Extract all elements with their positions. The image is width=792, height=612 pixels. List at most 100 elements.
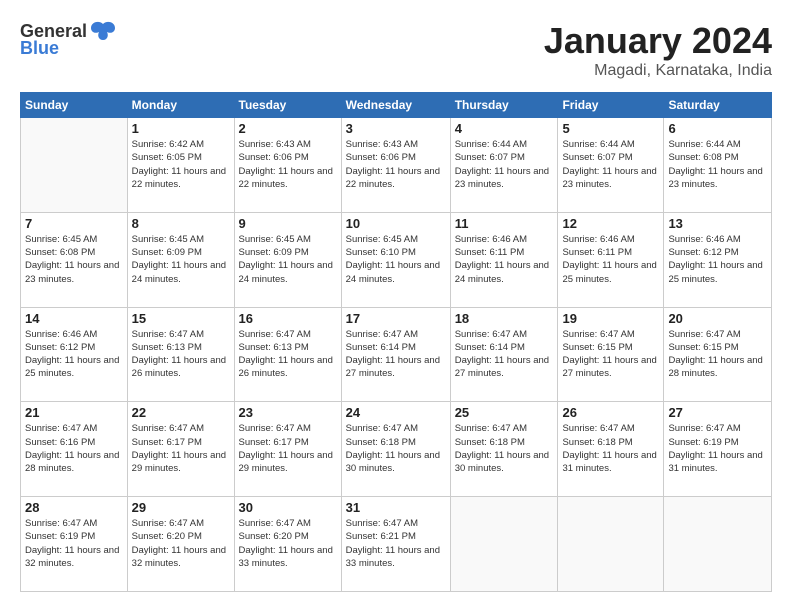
day-number: 2: [239, 121, 337, 136]
calendar-week-3: 21 Sunrise: 6:47 AMSunset: 6:16 PMDayligh…: [21, 402, 772, 497]
day-number: 25: [455, 405, 554, 420]
day-number: 19: [562, 311, 659, 326]
day-number: 8: [132, 216, 230, 231]
header-monday: Monday: [127, 93, 234, 118]
calendar-cell: 28 Sunrise: 6:47 AMSunset: 6:19 PMDayligh…: [21, 497, 128, 592]
calendar-cell: [21, 118, 128, 213]
day-number: 28: [25, 500, 123, 515]
title-block: January 2024 Magadi, Karnataka, India: [544, 20, 772, 80]
day-info: Sunrise: 6:47 AMSunset: 6:15 PMDaylight:…: [668, 328, 767, 381]
day-info: Sunrise: 6:47 AMSunset: 6:19 PMDaylight:…: [25, 517, 123, 570]
calendar-cell: 16 Sunrise: 6:47 AMSunset: 6:13 PMDayligh…: [234, 307, 341, 402]
day-info: Sunrise: 6:46 AMSunset: 6:11 PMDaylight:…: [562, 233, 659, 286]
day-info: Sunrise: 6:47 AMSunset: 6:14 PMDaylight:…: [346, 328, 446, 381]
calendar-table: Sunday Monday Tuesday Wednesday Thursday…: [20, 92, 772, 592]
header: General Blue January 2024 Magadi, Karnat…: [20, 20, 772, 80]
header-sunday: Sunday: [21, 93, 128, 118]
calendar-cell: 25 Sunrise: 6:47 AMSunset: 6:18 PMDayligh…: [450, 402, 558, 497]
calendar-cell: 11Sunrise: 6:46 AMSunset: 6:11 PMDayligh…: [450, 212, 558, 307]
day-info: Sunrise: 6:47 AMSunset: 6:20 PMDaylight:…: [132, 517, 230, 570]
day-number: 21: [25, 405, 123, 420]
calendar-cell: [558, 497, 664, 592]
logo-blue: Blue: [20, 38, 59, 59]
day-info: Sunrise: 6:47 AMSunset: 6:17 PMDaylight:…: [132, 422, 230, 475]
calendar-cell: 12 Sunrise: 6:46 AMSunset: 6:11 PMDayligh…: [558, 212, 664, 307]
day-number: 31: [346, 500, 446, 515]
calendar-cell: 7 Sunrise: 6:45 AMSunset: 6:08 PMDaylight…: [21, 212, 128, 307]
calendar-cell: 8 Sunrise: 6:45 AMSunset: 6:09 PMDaylight…: [127, 212, 234, 307]
calendar-cell: 3Sunrise: 6:43 AMSunset: 6:06 PMDaylight…: [341, 118, 450, 213]
day-info: Sunrise: 6:47 AMSunset: 6:18 PMDaylight:…: [455, 422, 554, 475]
day-info: Sunrise: 6:45 AMSunset: 6:09 PMDaylight:…: [132, 233, 230, 286]
day-info: Sunrise: 6:46 AMSunset: 6:12 PMDaylight:…: [668, 233, 767, 286]
calendar-cell: 4Sunrise: 6:44 AMSunset: 6:07 PMDaylight…: [450, 118, 558, 213]
day-number: 15: [132, 311, 230, 326]
header-wednesday: Wednesday: [341, 93, 450, 118]
day-number: 17: [346, 311, 446, 326]
calendar-cell: 10Sunrise: 6:45 AMSunset: 6:10 PMDayligh…: [341, 212, 450, 307]
day-info: Sunrise: 6:45 AMSunset: 6:09 PMDaylight:…: [239, 233, 337, 286]
day-number: 3: [346, 121, 446, 136]
day-number: 7: [25, 216, 123, 231]
calendar-cell: 24 Sunrise: 6:47 AMSunset: 6:18 PMDayligh…: [341, 402, 450, 497]
calendar-cell: 15 Sunrise: 6:47 AMSunset: 6:13 PMDayligh…: [127, 307, 234, 402]
day-info: Sunrise: 6:45 AMSunset: 6:08 PMDaylight:…: [25, 233, 123, 286]
day-info: Sunrise: 6:46 AMSunset: 6:11 PMDaylight:…: [455, 233, 554, 286]
day-info: Sunrise: 6:47 AMSunset: 6:13 PMDaylight:…: [239, 328, 337, 381]
day-info: Sunrise: 6:47 AMSunset: 6:16 PMDaylight:…: [25, 422, 123, 475]
day-info: Sunrise: 6:47 AMSunset: 6:13 PMDaylight:…: [132, 328, 230, 381]
day-info: Sunrise: 6:47 AMSunset: 6:19 PMDaylight:…: [668, 422, 767, 475]
calendar-week-1: 7 Sunrise: 6:45 AMSunset: 6:08 PMDaylight…: [21, 212, 772, 307]
calendar-cell: 19 Sunrise: 6:47 AMSunset: 6:15 PMDayligh…: [558, 307, 664, 402]
calendar-cell: 2Sunrise: 6:43 AMSunset: 6:06 PMDaylight…: [234, 118, 341, 213]
day-number: 10: [346, 216, 446, 231]
calendar-cell: 30 Sunrise: 6:47 AMSunset: 6:20 PMDayligh…: [234, 497, 341, 592]
calendar-cell: 14 Sunrise: 6:46 AMSunset: 6:12 PMDayligh…: [21, 307, 128, 402]
calendar-cell: 20 Sunrise: 6:47 AMSunset: 6:15 PMDayligh…: [664, 307, 772, 402]
day-info: Sunrise: 6:44 AMSunset: 6:08 PMDaylight:…: [668, 138, 767, 191]
calendar-cell: 13 Sunrise: 6:46 AMSunset: 6:12 PMDayligh…: [664, 212, 772, 307]
day-number: 16: [239, 311, 337, 326]
logo: General Blue: [20, 20, 117, 59]
day-info: Sunrise: 6:47 AMSunset: 6:18 PMDaylight:…: [346, 422, 446, 475]
day-number: 12: [562, 216, 659, 231]
day-number: 30: [239, 500, 337, 515]
day-number: 29: [132, 500, 230, 515]
day-number: 23: [239, 405, 337, 420]
day-number: 24: [346, 405, 446, 420]
calendar-cell: 18Sunrise: 6:47 AMSunset: 6:14 PMDayligh…: [450, 307, 558, 402]
day-info: Sunrise: 6:47 AMSunset: 6:20 PMDaylight:…: [239, 517, 337, 570]
day-number: 5: [562, 121, 659, 136]
calendar-cell: [450, 497, 558, 592]
day-number: 13: [668, 216, 767, 231]
day-number: 6: [668, 121, 767, 136]
day-info: Sunrise: 6:47 AMSunset: 6:15 PMDaylight:…: [562, 328, 659, 381]
location: Magadi, Karnataka, India: [544, 62, 772, 80]
day-number: 14: [25, 311, 123, 326]
calendar-header-row: Sunday Monday Tuesday Wednesday Thursday…: [21, 93, 772, 118]
day-number: 20: [668, 311, 767, 326]
header-thursday: Thursday: [450, 93, 558, 118]
day-number: 4: [455, 121, 554, 136]
day-info: Sunrise: 6:47 AMSunset: 6:21 PMDaylight:…: [346, 517, 446, 570]
day-info: Sunrise: 6:47 AMSunset: 6:18 PMDaylight:…: [562, 422, 659, 475]
day-number: 27: [668, 405, 767, 420]
calendar-cell: [664, 497, 772, 592]
day-number: 1: [132, 121, 230, 136]
month-title: January 2024: [544, 20, 772, 62]
calendar-week-4: 28 Sunrise: 6:47 AMSunset: 6:19 PMDayligh…: [21, 497, 772, 592]
calendar-cell: 27 Sunrise: 6:47 AMSunset: 6:19 PMDayligh…: [664, 402, 772, 497]
header-tuesday: Tuesday: [234, 93, 341, 118]
calendar-week-2: 14 Sunrise: 6:46 AMSunset: 6:12 PMDayligh…: [21, 307, 772, 402]
logo-bird-icon: [89, 20, 117, 42]
calendar-cell: 9 Sunrise: 6:45 AMSunset: 6:09 PMDaylight…: [234, 212, 341, 307]
day-number: 9: [239, 216, 337, 231]
day-info: Sunrise: 6:47 AMSunset: 6:14 PMDaylight:…: [455, 328, 554, 381]
day-info: Sunrise: 6:42 AMSunset: 6:05 PMDaylight:…: [132, 138, 230, 191]
calendar-week-0: 1 Sunrise: 6:42 AMSunset: 6:05 PMDaylight…: [21, 118, 772, 213]
day-info: Sunrise: 6:47 AMSunset: 6:17 PMDaylight:…: [239, 422, 337, 475]
calendar-cell: 29 Sunrise: 6:47 AMSunset: 6:20 PMDayligh…: [127, 497, 234, 592]
header-friday: Friday: [558, 93, 664, 118]
day-number: 22: [132, 405, 230, 420]
day-info: Sunrise: 6:46 AMSunset: 6:12 PMDaylight:…: [25, 328, 123, 381]
